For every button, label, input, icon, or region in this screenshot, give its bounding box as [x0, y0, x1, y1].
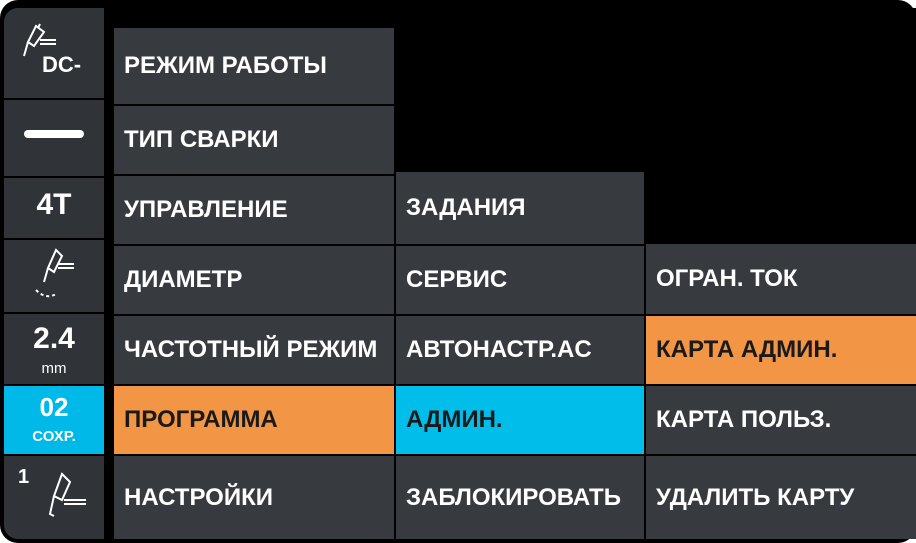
- menu-item-delete-card[interactable]: УДАЛИТЬ КАРТУ: [644, 456, 916, 539]
- cycle-label: 4T: [36, 188, 72, 221]
- display-screen: DC- 4T 2.4 mm 02 СОХР. 1 РЕЖИМ РАБОТЫ ТИ…: [4, 8, 916, 539]
- menu-item-auto-tune-ac[interactable]: АВТОНАСТР.AC: [394, 316, 644, 386]
- menu-item-weld-type[interactable]: ТИП СВАРКИ: [112, 106, 394, 176]
- menu-item-label: ЧАСТОТНЫЙ РЕЖИМ: [124, 336, 378, 363]
- status-sidebar: DC- 4T 2.4 mm 02 СОХР. 1: [4, 8, 104, 539]
- electrode-indicator: [4, 240, 104, 314]
- menu-item-service[interactable]: СЕРВИС: [394, 246, 644, 316]
- menu-item-settings[interactable]: НАСТРОЙКИ: [112, 456, 394, 539]
- menu-item-label: ПРОГРАММА: [124, 406, 278, 433]
- program-number: 02: [39, 392, 69, 422]
- diameter-indicator: 2.4 mm: [4, 314, 104, 386]
- menu-item-label: УПРАВЛЕНИЕ: [124, 196, 288, 223]
- menu-item-admin[interactable]: АДМИН.: [394, 386, 644, 456]
- menu-item-diameter[interactable]: ДИАМЕТР: [112, 246, 394, 316]
- device-frame: DC- 4T 2.4 mm 02 СОХР. 1 РЕЖИМ РАБОТЫ ТИ…: [0, 0, 916, 543]
- menu-item-label: КАРТА АДМИН.: [656, 336, 838, 363]
- menu-item-label: УДАЛИТЬ КАРТУ: [656, 483, 855, 511]
- electrode-torch-icon: [35, 248, 74, 298]
- menu-item-label: НАСТРОЙКИ: [124, 483, 273, 511]
- menu-item-current-limit[interactable]: ОГРАН. ТОК: [644, 244, 916, 316]
- menu-item-operating-mode[interactable]: РЕЖИМ РАБОТЫ: [112, 28, 394, 106]
- menu-item-control[interactable]: УПРАВЛЕНИЕ: [112, 176, 394, 246]
- diameter-value: 2.4: [33, 322, 75, 355]
- program-indicator: 02 СОХР.: [4, 386, 104, 456]
- menu-item-label: ЗАБЛОКИРОВАТЬ: [406, 483, 621, 511]
- torch-number: 1: [18, 466, 30, 488]
- menu-item-label: АДМИН.: [406, 406, 503, 433]
- menu-item-label: ОГРАН. ТОК: [656, 265, 798, 292]
- menu-item-label: ТИП СВАРКИ: [124, 126, 279, 153]
- menu-item-label: ДИАМЕТР: [124, 266, 243, 293]
- polarity-label: DC-: [42, 52, 82, 77]
- menu-item-label: ЗАДАНИЯ: [406, 194, 526, 221]
- polarity-indicator: DC-: [4, 8, 104, 100]
- menu-item-tasks[interactable]: ЗАДАНИЯ: [394, 172, 644, 246]
- menu-item-program[interactable]: ПРОГРАММА: [112, 386, 394, 456]
- torch-indicator: 1: [4, 456, 104, 539]
- menu-item-admin-card[interactable]: КАРТА АДМИН.: [644, 316, 916, 386]
- menu-item-user-card[interactable]: КАРТА ПОЛЬЗ.: [644, 386, 916, 456]
- menu-item-label: РЕЖИМ РАБОТЫ: [124, 52, 327, 79]
- torch-icon: [48, 472, 86, 517]
- program-status: СОХР.: [32, 428, 76, 445]
- menu-item-label: АВТОНАСТР.AC: [406, 336, 592, 363]
- diameter-unit: mm: [41, 360, 67, 377]
- cycle-indicator: 4T: [4, 178, 104, 240]
- menu-item-lock[interactable]: ЗАБЛОКИРОВАТЬ: [394, 456, 644, 539]
- menu-item-frequency-mode[interactable]: ЧАСТОТНЫЙ РЕЖИМ: [112, 316, 394, 386]
- weld-type-indicator: [4, 100, 104, 178]
- menu-item-label: КАРТА ПОЛЬЗ.: [656, 406, 832, 433]
- menu-item-label: СЕРВИС: [406, 266, 508, 293]
- line-icon: [24, 130, 84, 138]
